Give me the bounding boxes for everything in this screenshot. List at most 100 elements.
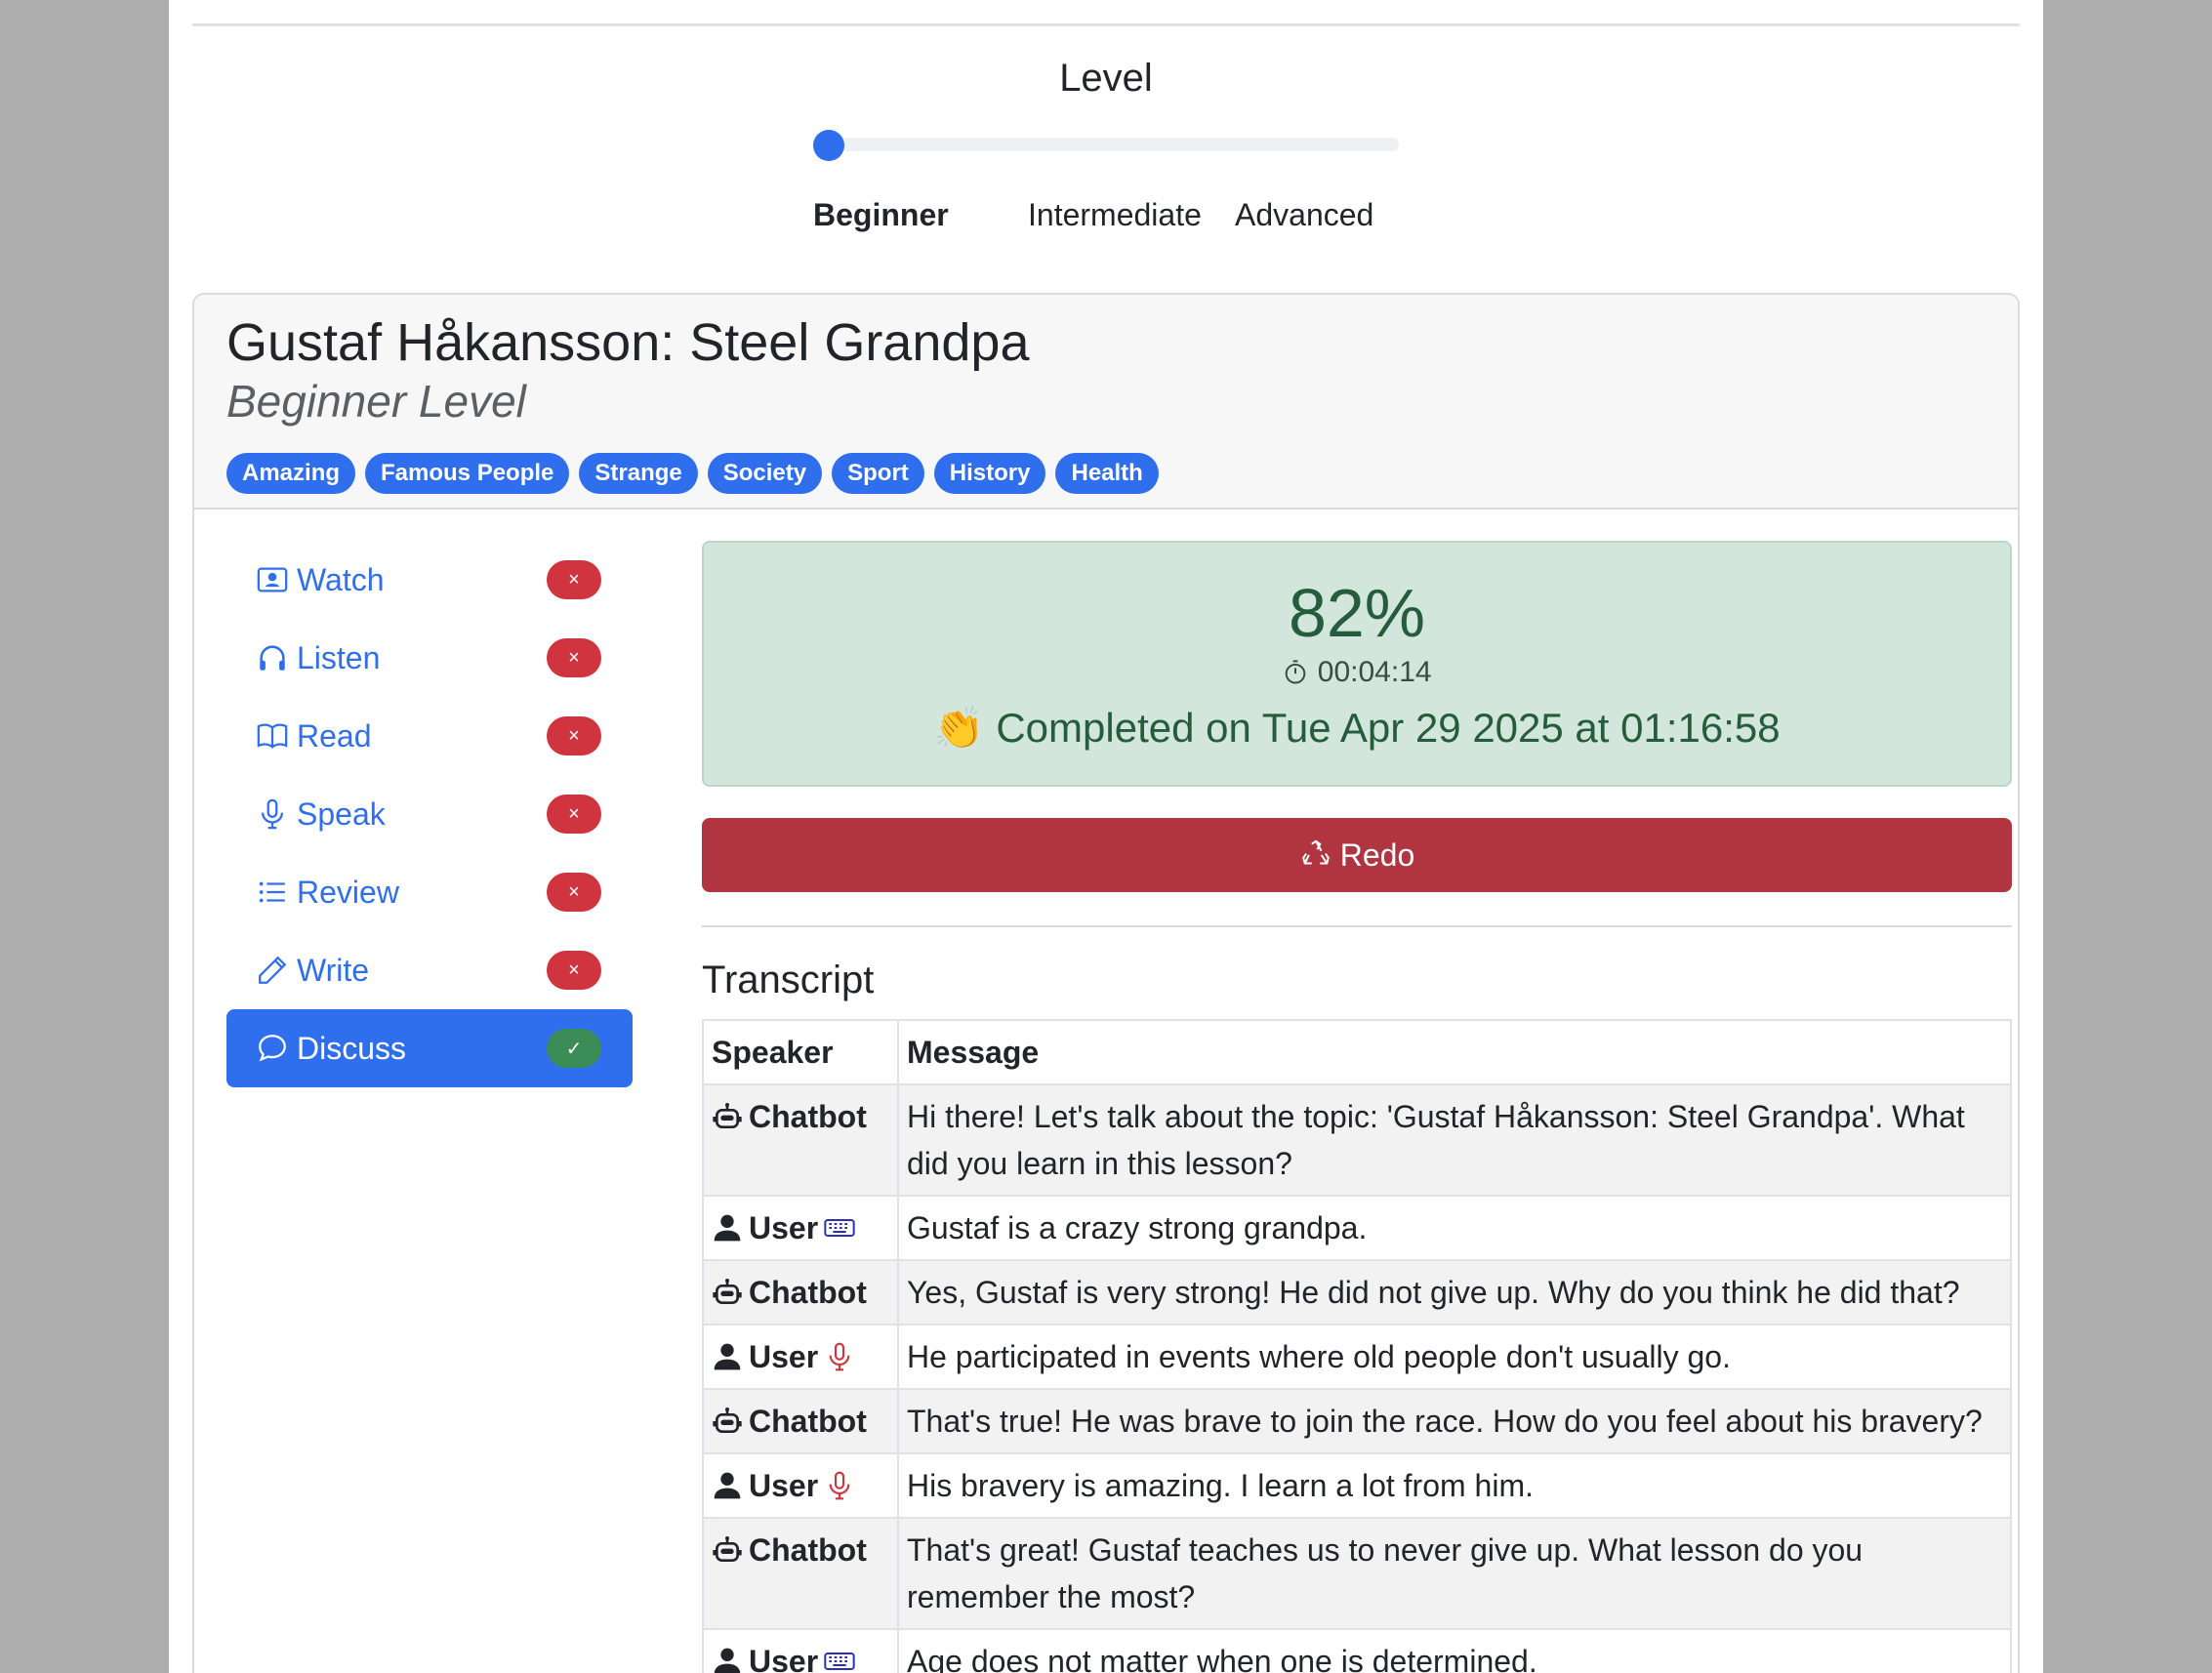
nav-item-discuss[interactable]: Discuss ✓ xyxy=(226,1009,633,1087)
speaker-name: User xyxy=(749,1644,819,1673)
message-cell: He participated in events where old peop… xyxy=(897,1324,2012,1390)
table-row: Chatbot Yes, Gustaf is very strong! He di… xyxy=(702,1259,2012,1326)
speaker-name: User xyxy=(749,1210,819,1245)
result-panel: 82% 00:04:14 👏 Completed on Tue Apr 29 2… xyxy=(702,541,2012,787)
video-person-icon xyxy=(257,567,288,592)
nav-item-label: Listen xyxy=(297,639,381,675)
page: Level Beginner Intermediate Advanced Gus… xyxy=(169,0,2043,1673)
pencil-icon xyxy=(259,956,287,984)
tag-list: Amazing Famous People Strange Society Sp… xyxy=(226,453,1159,494)
message-cell: That's great! Gustaf teaches us to never… xyxy=(897,1517,2012,1630)
main-content: 82% 00:04:14 👏 Completed on Tue Apr 29 2… xyxy=(702,541,2012,1673)
elapsed-time-value: 00:04:14 xyxy=(1317,656,1432,688)
message-cell: Yes, Gustaf is very strong! He did not g… xyxy=(897,1259,2012,1326)
nav-item-review[interactable]: Review × xyxy=(226,853,633,931)
robot-icon xyxy=(713,1103,742,1128)
list-icon xyxy=(259,881,285,903)
microphone-icon xyxy=(261,798,284,830)
speaker-name: Chatbot xyxy=(749,1404,867,1439)
table-row: Chatbot Hi there! Let's talk about the to… xyxy=(702,1083,2012,1197)
table-row: User He participated in events where old … xyxy=(702,1324,2012,1390)
status-badge: ✓ xyxy=(547,1029,601,1068)
level-option-advanced[interactable]: Advanced xyxy=(1235,197,1373,233)
column-header-message: Message xyxy=(897,1019,2012,1085)
message-cell: That's true! He was brave to join the ra… xyxy=(897,1388,2012,1454)
section-divider xyxy=(702,925,2012,927)
robot-icon xyxy=(713,1536,742,1562)
chat-icon xyxy=(259,1035,286,1062)
speaker-cell: Chatbot xyxy=(702,1517,899,1630)
nav-item-label: Read xyxy=(297,717,372,754)
message-cell: Age does not matter when one is determin… xyxy=(897,1628,2012,1673)
stopwatch-icon xyxy=(1286,660,1306,684)
microphone-icon xyxy=(829,1471,850,1500)
top-divider xyxy=(192,23,2020,26)
message-cell: His bravery is amazing. I learn a lot fr… xyxy=(897,1452,2012,1519)
redo-button[interactable]: Redo xyxy=(702,818,2012,892)
column-header-speaker: Speaker xyxy=(702,1019,899,1085)
tag: Famous People xyxy=(365,453,570,494)
nav-item-label: Speak xyxy=(297,796,386,832)
status-badge: × xyxy=(547,716,601,755)
level-option-beginner[interactable]: Beginner xyxy=(813,197,949,233)
nav-item-write[interactable]: Write × xyxy=(226,931,633,1009)
tag: Strange xyxy=(579,453,698,494)
speaker-name: Chatbot xyxy=(749,1099,867,1134)
speaker-cell: User xyxy=(702,1452,899,1519)
headphones-icon xyxy=(260,645,285,671)
lesson-card: Gustaf Håkansson: Steel Grandpa Beginner… xyxy=(192,293,2020,1673)
table-header-row: Speaker Message xyxy=(702,1019,2012,1085)
tag: Health xyxy=(1055,453,1159,494)
lesson-subtitle: Beginner Level xyxy=(226,376,526,427)
completion-message: 👏 Completed on Tue Apr 29 2025 at 01:16:… xyxy=(933,705,1781,751)
table-row: User His bravery is amazing. I learn a lo… xyxy=(702,1452,2012,1519)
lesson-title: Gustaf Håkansson: Steel Grandpa xyxy=(226,313,1030,372)
microphone-icon xyxy=(829,1342,850,1371)
nav-item-label: Write xyxy=(297,952,370,988)
table-row: Chatbot That's true! He was brave to join… xyxy=(702,1388,2012,1454)
nav-item-watch[interactable]: Watch × xyxy=(226,541,633,619)
table-row: User Age does not matter when one is dete… xyxy=(702,1628,2012,1673)
status-badge: × xyxy=(547,560,601,599)
robot-icon xyxy=(713,1279,742,1304)
keyboard-icon xyxy=(824,1219,855,1237)
elapsed-time: 00:04:14 xyxy=(704,656,2010,689)
nav-item-listen[interactable]: Listen × xyxy=(226,619,633,697)
robot-icon xyxy=(713,1408,742,1433)
lesson-header: Gustaf Håkansson: Steel Grandpa Beginner… xyxy=(194,295,2018,510)
status-badge: × xyxy=(547,873,601,912)
redo-label: Redo xyxy=(1339,836,1415,873)
speaker-cell: User xyxy=(702,1195,899,1261)
message-cell: Gustaf is a crazy strong grandpa. xyxy=(897,1195,2012,1261)
speaker-cell: Chatbot xyxy=(702,1259,899,1326)
score-percentage: 82% xyxy=(1288,575,1426,651)
book-icon xyxy=(257,723,288,749)
nav-item-read[interactable]: Read × xyxy=(226,697,633,775)
level-options: Beginner Intermediate Advanced xyxy=(169,197,2043,240)
nav-item-label: Review xyxy=(297,874,399,910)
level-option-intermediate[interactable]: Intermediate xyxy=(1028,197,1202,233)
table-row: Chatbot That's great! Gustaf teaches us t… xyxy=(702,1517,2012,1630)
status-badge: × xyxy=(547,795,601,834)
status-badge: × xyxy=(547,638,601,677)
tag: Sport xyxy=(832,453,924,494)
table-row: User Gustaf is a crazy strong grandpa. xyxy=(702,1195,2012,1261)
level-slider-thumb[interactable] xyxy=(813,130,844,161)
level-slider-track[interactable] xyxy=(813,138,1399,151)
level-slider[interactable] xyxy=(813,130,1399,161)
nav-item-label: Discuss xyxy=(297,1030,407,1066)
keyboard-icon xyxy=(824,1653,855,1670)
nav-item-speak[interactable]: Speak × xyxy=(226,775,633,853)
speaker-cell: User xyxy=(702,1628,899,1673)
tag: Society xyxy=(707,453,823,494)
level-title: Level xyxy=(1059,57,1153,100)
speaker-name: Chatbot xyxy=(749,1275,867,1310)
nav-item-label: Watch xyxy=(297,561,385,597)
status-badge: × xyxy=(547,951,601,990)
person-icon xyxy=(714,1472,741,1499)
transcript-table: Speaker Message Chatbot Hi there! Let's t… xyxy=(702,1019,2012,1673)
speaker-cell: Chatbot xyxy=(702,1083,899,1197)
speaker-cell: User xyxy=(702,1324,899,1390)
speaker-name: Chatbot xyxy=(749,1532,867,1568)
speaker-name: User xyxy=(749,1468,819,1503)
